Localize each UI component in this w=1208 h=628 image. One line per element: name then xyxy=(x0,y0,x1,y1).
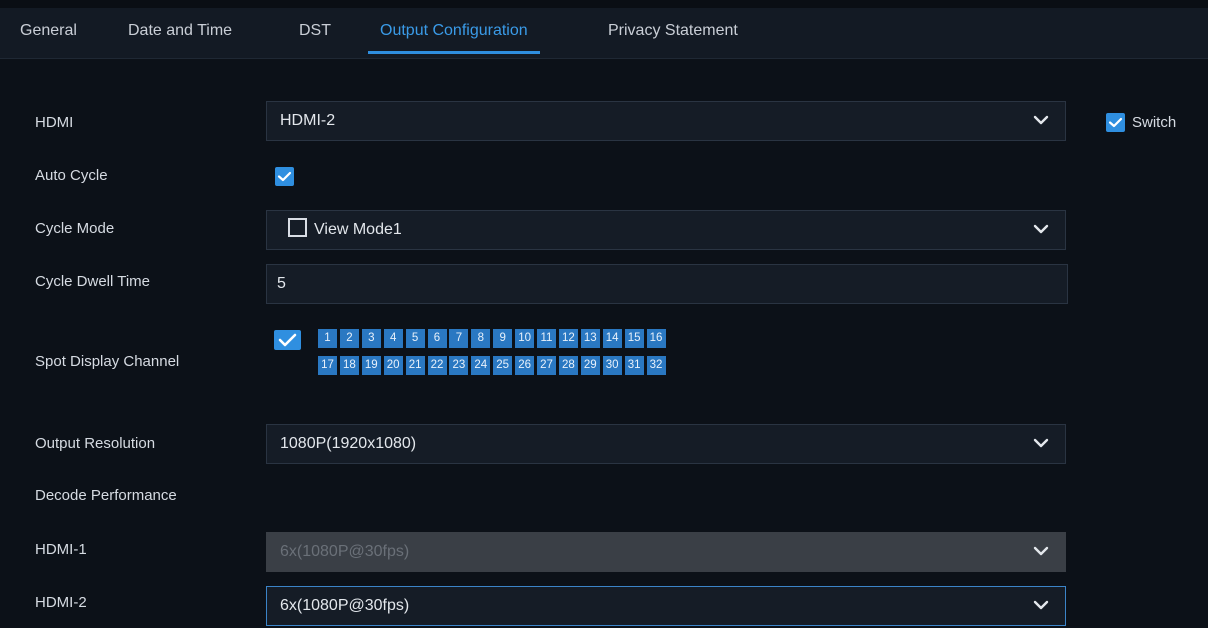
channel-29-button[interactable]: 29 xyxy=(580,356,600,375)
channel-18-button[interactable]: 18 xyxy=(339,356,359,375)
channel-15-button[interactable]: 15 xyxy=(624,329,644,348)
channel-14-button[interactable]: 14 xyxy=(602,329,622,348)
tab-general[interactable]: General xyxy=(20,8,77,56)
channel-21-button[interactable]: 21 xyxy=(405,356,425,375)
cycle-dwell-time-value: 5 xyxy=(277,275,286,292)
channel-22-button[interactable]: 22 xyxy=(427,356,447,375)
channel-26-button[interactable]: 26 xyxy=(515,356,535,375)
hdmi2-label: HDMI-2 xyxy=(35,594,87,611)
channel-20-button[interactable]: 20 xyxy=(383,356,403,375)
channel-32-button[interactable]: 32 xyxy=(646,356,666,375)
channel-27-button[interactable]: 27 xyxy=(537,356,556,375)
spot-display-channel-label: Spot Display Channel xyxy=(35,353,180,370)
channel-13-button[interactable]: 13 xyxy=(580,329,600,348)
hdmi2-decode-select[interactable]: 6x(1080P@30fps) xyxy=(266,586,1066,626)
chevron-down-icon xyxy=(1033,545,1049,557)
channel-7-button[interactable]: 7 xyxy=(449,329,469,348)
channel-23-button[interactable]: 23 xyxy=(449,356,469,375)
cycle-mode-value: View Mode1 xyxy=(314,221,402,238)
channel-19-button[interactable]: 19 xyxy=(361,356,381,375)
channel-5-button[interactable]: 5 xyxy=(405,329,425,348)
channel-6-button[interactable]: 6 xyxy=(427,329,447,348)
switch-label: Switch xyxy=(1132,114,1177,131)
view-mode-checkbox[interactable] xyxy=(288,218,307,237)
cycle-mode-select[interactable]: View Mode1 xyxy=(266,210,1066,250)
channel-30-button[interactable]: 30 xyxy=(602,356,622,375)
channel-28-button[interactable]: 28 xyxy=(558,356,578,375)
cycle-dwell-time-label: Cycle Dwell Time xyxy=(35,273,151,290)
channel-31-button[interactable]: 31 xyxy=(624,356,644,375)
hdmi1-decode-select: 6x(1080P@30fps) xyxy=(266,532,1066,572)
channel-select-all-checkbox[interactable] xyxy=(274,330,301,350)
channel-11-button[interactable]: 11 xyxy=(537,329,556,348)
tab-output-configuration[interactable]: Output Configuration xyxy=(368,8,540,56)
auto-cycle-checkbox[interactable] xyxy=(275,167,294,186)
channel-4-button[interactable]: 4 xyxy=(383,329,403,348)
hdmi-select[interactable]: HDMI-2 xyxy=(266,101,1066,141)
decode-performance-label: Decode Performance xyxy=(35,487,177,504)
tab-dst[interactable]: DST xyxy=(299,8,331,56)
channel-1-button[interactable]: 1 xyxy=(318,329,337,348)
chevron-down-icon xyxy=(1033,223,1049,235)
checkmark-icon xyxy=(1108,117,1123,128)
channel-16-button[interactable]: 16 xyxy=(646,329,666,348)
tab-privacy-statement[interactable]: Privacy Statement xyxy=(608,8,738,56)
channel-2-button[interactable]: 2 xyxy=(339,329,359,348)
auto-cycle-label: Auto Cycle xyxy=(35,167,108,184)
checkmark-icon xyxy=(277,171,292,182)
tab-bar: General Date and Time DST Output Configu… xyxy=(0,8,1208,59)
output-resolution-label: Output Resolution xyxy=(35,435,156,452)
channel-3-button[interactable]: 3 xyxy=(361,329,381,348)
channel-17-button[interactable]: 17 xyxy=(318,356,337,375)
hdmi-select-value: HDMI-2 xyxy=(280,112,336,129)
checkmark-icon xyxy=(278,333,297,347)
channel-8-button[interactable]: 8 xyxy=(471,329,491,348)
channel-10-button[interactable]: 10 xyxy=(515,329,535,348)
channel-9-button[interactable]: 9 xyxy=(493,329,513,348)
output-resolution-value: 1080P(1920x1080) xyxy=(280,435,417,452)
hdmi-label: HDMI xyxy=(35,114,74,131)
chevron-down-icon xyxy=(1033,599,1049,611)
chevron-down-icon xyxy=(1033,114,1049,126)
tab-date-and-time[interactable]: Date and Time xyxy=(128,8,232,56)
top-strip xyxy=(0,0,1208,8)
switch-checkbox[interactable] xyxy=(1106,113,1125,132)
chevron-down-icon xyxy=(1033,437,1049,449)
hdmi1-decode-value: 6x(1080P@30fps) xyxy=(280,543,410,560)
hdmi2-decode-value: 6x(1080P@30fps) xyxy=(280,597,410,614)
hdmi1-label: HDMI-1 xyxy=(35,541,87,558)
cycle-dwell-time-input[interactable]: 5 xyxy=(266,264,1068,304)
cycle-mode-label: Cycle Mode xyxy=(35,220,115,237)
channel-12-button[interactable]: 12 xyxy=(558,329,578,348)
output-resolution-select[interactable]: 1080P(1920x1080) xyxy=(266,424,1066,464)
channel-24-button[interactable]: 24 xyxy=(471,356,491,375)
channel-25-button[interactable]: 25 xyxy=(493,356,513,375)
